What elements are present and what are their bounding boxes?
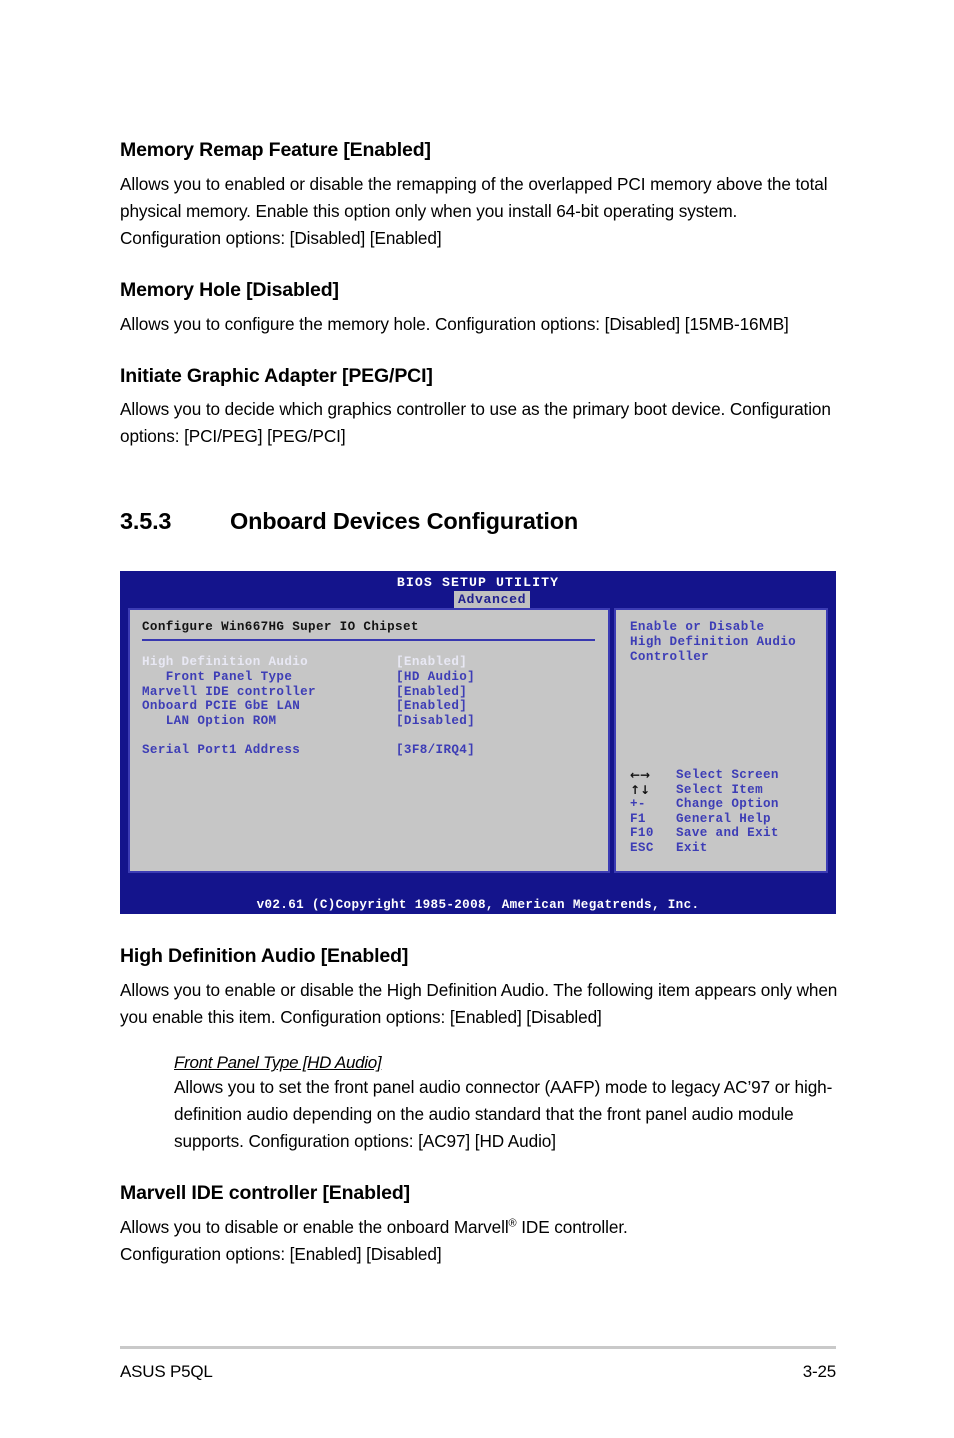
bios-option-label: Marvell IDE controller bbox=[142, 684, 316, 699]
heading-initiate-graphic-adapter: Initiate Graphic Adapter [PEG/PCI] bbox=[120, 364, 433, 387]
heading-memory-hole: Memory Hole [Disabled] bbox=[120, 278, 339, 301]
registered-trademark-icon: ® bbox=[508, 1217, 517, 1230]
bios-option-label: Front Panel Type bbox=[142, 670, 293, 685]
bios-config-title: Configure Win667HG Super IO Chipset bbox=[142, 620, 419, 635]
up-down-arrow-icon: ↑↓ bbox=[630, 782, 651, 797]
bios-legend-key-action: General Help bbox=[676, 811, 771, 826]
f1-key-icon: F1 bbox=[630, 811, 646, 826]
paragraph-high-definition-audio: Allows you to enable or disable the High… bbox=[120, 980, 838, 1028]
bios-legend-key-action: Select Item bbox=[676, 782, 763, 797]
bios-legend-key-row: ←→ Select Screen bbox=[630, 768, 840, 783]
bios-legend-key-action: Select Screen bbox=[676, 767, 779, 782]
heading-memory-remap-feature: Memory Remap Feature [Enabled] bbox=[120, 139, 431, 161]
bios-option-label: LAN Option ROM bbox=[142, 713, 277, 728]
bios-option-value[interactable]: [HD Audio] bbox=[396, 670, 596, 685]
subsection-front-panel-type: Front Panel Type [HD Audio] Allows you t… bbox=[174, 1053, 838, 1155]
bios-legend-key-action: Save and Exit bbox=[676, 826, 779, 841]
footer-divider bbox=[120, 1346, 836, 1349]
section-number: 3.5.3 bbox=[120, 508, 172, 535]
footer-page-number: 3-25 bbox=[802, 1362, 836, 1381]
bios-legend-key-row: ↑↓ Select Item bbox=[630, 783, 840, 798]
marvell-body-line2: Configuration options: [Enabled] [Disabl… bbox=[120, 1244, 442, 1265]
bios-legend-key-action: Exit bbox=[676, 840, 708, 855]
heading-marvell-ide-controller: Marvell IDE controller [Enabled] bbox=[120, 1182, 410, 1205]
bios-tab-advanced[interactable]: Advanced bbox=[454, 591, 531, 610]
paragraph-initiate-graphic-adapter: Allows you to decide which graphics cont… bbox=[120, 399, 831, 447]
bios-legend-key-row: F10 Save and Exit bbox=[630, 826, 840, 841]
bios-option-row[interactable]: Front Panel Type [HD Audio] bbox=[142, 670, 596, 685]
bios-legend-keys: ←→ Select Screen ↑↓ Select Item +- Change Opt… bbox=[630, 768, 840, 856]
f10-key-icon: F10 bbox=[630, 826, 654, 841]
bios-title-bar: BIOS SETUP UTILITY Advanced bbox=[120, 571, 836, 610]
bios-option-value[interactable]: [Enabled] bbox=[396, 685, 596, 700]
page-content: Memory Remap Feature [Enabled] Allows yo… bbox=[120, 139, 838, 1268]
bios-option-label: High Definition Audio bbox=[142, 655, 309, 670]
bios-settings-panel: Configure Win667HG Super IO Chipset High… bbox=[128, 608, 610, 874]
heading-high-definition-audio: High Definition Audio [Enabled] bbox=[120, 945, 409, 968]
paragraph-front-panel-type: Allows you to set the front panel audio … bbox=[174, 1077, 833, 1152]
section-title: Onboard Devices Configuration bbox=[230, 508, 579, 535]
bios-option-value[interactable]: [Disabled] bbox=[396, 714, 596, 729]
bios-legend-key-action: Change Option bbox=[676, 797, 779, 812]
bios-copyright-footer: v02.61 (C)Copyright 1985-2008, American … bbox=[256, 898, 700, 913]
document-page: Memory Remap Feature [Enabled] Allows yo… bbox=[0, 0, 954, 1438]
footer-product-name: ASUS P5QL bbox=[120, 1362, 213, 1381]
paragraph-memory-remap-feature: Allows you to enabled or disable the rem… bbox=[120, 173, 828, 248]
bios-option-list: High Definition Audio [Enabled] Front Pan… bbox=[142, 655, 596, 757]
marvell-body-line1: Allows you to disable or enable the onbo… bbox=[120, 1217, 509, 1238]
left-right-arrow-icon: ←→ bbox=[630, 767, 651, 782]
section-heading-onboard-devices: 3.5.3 Onboard Devices Configuration bbox=[120, 508, 838, 535]
bios-title-divider bbox=[142, 639, 595, 642]
plus-minus-icon: +- bbox=[630, 797, 646, 812]
bios-legend-key-row: F1 General Help bbox=[630, 812, 840, 827]
subsection-front-panel-type-lead: Front Panel Type [HD Audio] bbox=[174, 1053, 382, 1073]
bios-legend-key-row: ESC Exit bbox=[630, 841, 840, 856]
bios-option-row[interactable]: Onboard PCIE GbE LAN [Enabled] bbox=[142, 699, 596, 714]
bios-help-panel: Enable or Disable High Definition Audio … bbox=[614, 608, 828, 874]
bios-legend-key-row: +- Change Option bbox=[630, 797, 840, 812]
bios-option-value[interactable]: [Enabled] bbox=[396, 699, 596, 714]
bios-option-value[interactable]: [3F8/IRQ4] bbox=[396, 743, 596, 758]
bios-title: BIOS SETUP UTILITY bbox=[396, 575, 560, 591]
esc-key-icon: ESC bbox=[630, 840, 654, 855]
bios-option-row[interactable]: Serial Port1 Address [3F8/IRQ4] bbox=[142, 743, 596, 758]
bios-option-label: Serial Port1 Address bbox=[142, 743, 301, 758]
marvell-body-line1b: IDE controller. bbox=[516, 1217, 628, 1238]
bios-option-row[interactable]: LAN Option ROM [Disabled] bbox=[142, 714, 596, 729]
bios-option-value[interactable]: [Enabled] bbox=[396, 655, 596, 670]
paragraph-marvell-ide-controller: Allows you to disable or enable the onbo… bbox=[120, 1214, 838, 1268]
bios-body: Configure Win667HG Super IO Chipset High… bbox=[128, 608, 828, 874]
bios-help-text: Enable or Disable High Definition Audio … bbox=[630, 620, 797, 664]
bios-option-label: Onboard PCIE GbE LAN bbox=[142, 699, 301, 714]
bios-option-row[interactable]: High Definition Audio [Enabled] bbox=[142, 655, 596, 670]
bios-option-row[interactable]: Marvell IDE controller [Enabled] bbox=[142, 685, 596, 700]
bios-setup-screenshot: BIOS SETUP UTILITY Advanced Configure Wi… bbox=[120, 571, 836, 915]
paragraph-memory-hole: Allows you to configure the memory hole.… bbox=[120, 313, 789, 334]
